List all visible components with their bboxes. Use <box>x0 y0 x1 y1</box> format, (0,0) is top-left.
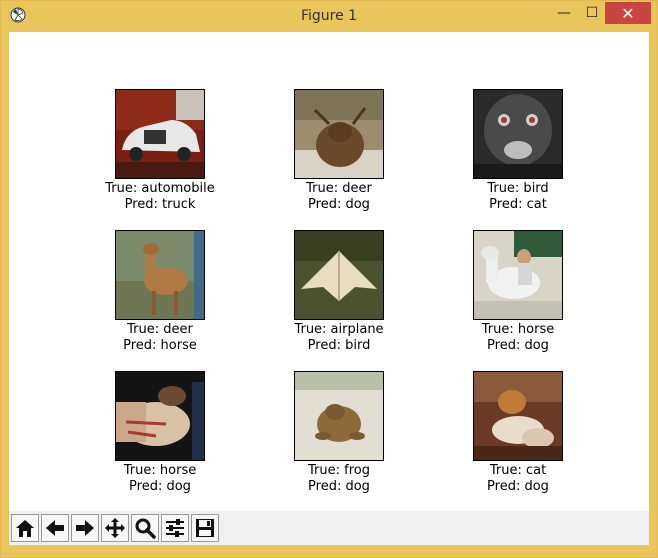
true-label: True: deer <box>127 322 193 337</box>
true-label: True: horse <box>123 463 197 478</box>
subplot-2: True: deer Pred: dog <box>249 89 429 221</box>
subplot-1: True: automobile Pred: truck <box>70 89 250 221</box>
sample-image-horse <box>473 230 563 320</box>
pred-label: Pred: bird <box>307 338 371 353</box>
sample-image-cat <box>473 371 563 461</box>
true-label: True: frog <box>308 463 370 478</box>
subplot-6: True: horse Pred: dog <box>428 230 608 362</box>
window-border-left <box>1 31 9 545</box>
pred-label: Pred: dog <box>487 479 549 494</box>
pred-label: Pred: cat <box>489 197 547 212</box>
back-button[interactable] <box>41 514 69 542</box>
subplot-7: True: horse Pred: dog <box>70 371 250 503</box>
pred-label: Pred: truck <box>124 197 196 212</box>
pred-label: Pred: horse <box>123 338 197 353</box>
title-bar[interactable]: Figure 1 — ☐ ✕ <box>1 1 657 31</box>
home-button[interactable] <box>11 514 39 542</box>
back-arrow-icon <box>46 520 64 536</box>
subplot-8: True: frog Pred: dog <box>249 371 429 503</box>
true-label: True: deer <box>306 181 372 196</box>
save-icon <box>196 519 214 537</box>
pan-button[interactable] <box>101 514 129 542</box>
pred-label: Pred: dog <box>308 479 370 494</box>
pan-icon <box>105 518 125 538</box>
zoom-icon <box>135 518 156 539</box>
subplot-3: True: bird Pred: cat <box>428 89 608 221</box>
figure-canvas[interactable]: True: automobile Pred: truck True: deer … <box>9 32 649 544</box>
pred-label: Pred: dog <box>487 338 549 353</box>
maximize-button[interactable]: ☐ <box>577 2 607 24</box>
true-label: True: bird <box>487 181 549 196</box>
true-label: True: horse <box>481 322 555 337</box>
navigation-toolbar <box>9 511 649 545</box>
sample-image-automobile <box>115 89 205 179</box>
configure-subplots-icon <box>166 519 184 537</box>
sample-image-frog <box>294 371 384 461</box>
subplot-9: True: cat Pred: dog <box>428 371 608 503</box>
pred-label: Pred: dog <box>129 479 191 494</box>
true-label: True: cat <box>489 463 547 478</box>
window-border-right <box>649 31 657 545</box>
forward-button[interactable] <box>71 514 99 542</box>
configure-subplots-button[interactable] <box>161 514 189 542</box>
subplot-5: True: airplane Pred: bird <box>249 230 429 362</box>
subplot-4: True: deer Pred: horse <box>70 230 250 362</box>
minimize-button[interactable]: — <box>549 2 579 24</box>
save-button[interactable] <box>191 514 219 542</box>
figure-window: Figure 1 — ☐ ✕ True: automobile Pred: tr… <box>0 0 658 558</box>
true-label: True: automobile <box>105 181 215 196</box>
home-icon <box>16 520 34 537</box>
sample-image-deer <box>294 89 384 179</box>
forward-arrow-icon <box>76 520 94 536</box>
sample-image-deer <box>115 230 205 320</box>
sample-image-bird <box>473 89 563 179</box>
close-button[interactable]: ✕ <box>605 2 651 24</box>
true-label: True: airplane <box>294 322 384 337</box>
sample-image-airplane <box>294 230 384 320</box>
pred-label: Pred: dog <box>308 197 370 212</box>
zoom-button[interactable] <box>131 514 159 542</box>
sample-image-horse <box>115 371 205 461</box>
window-border-bottom <box>1 545 657 557</box>
